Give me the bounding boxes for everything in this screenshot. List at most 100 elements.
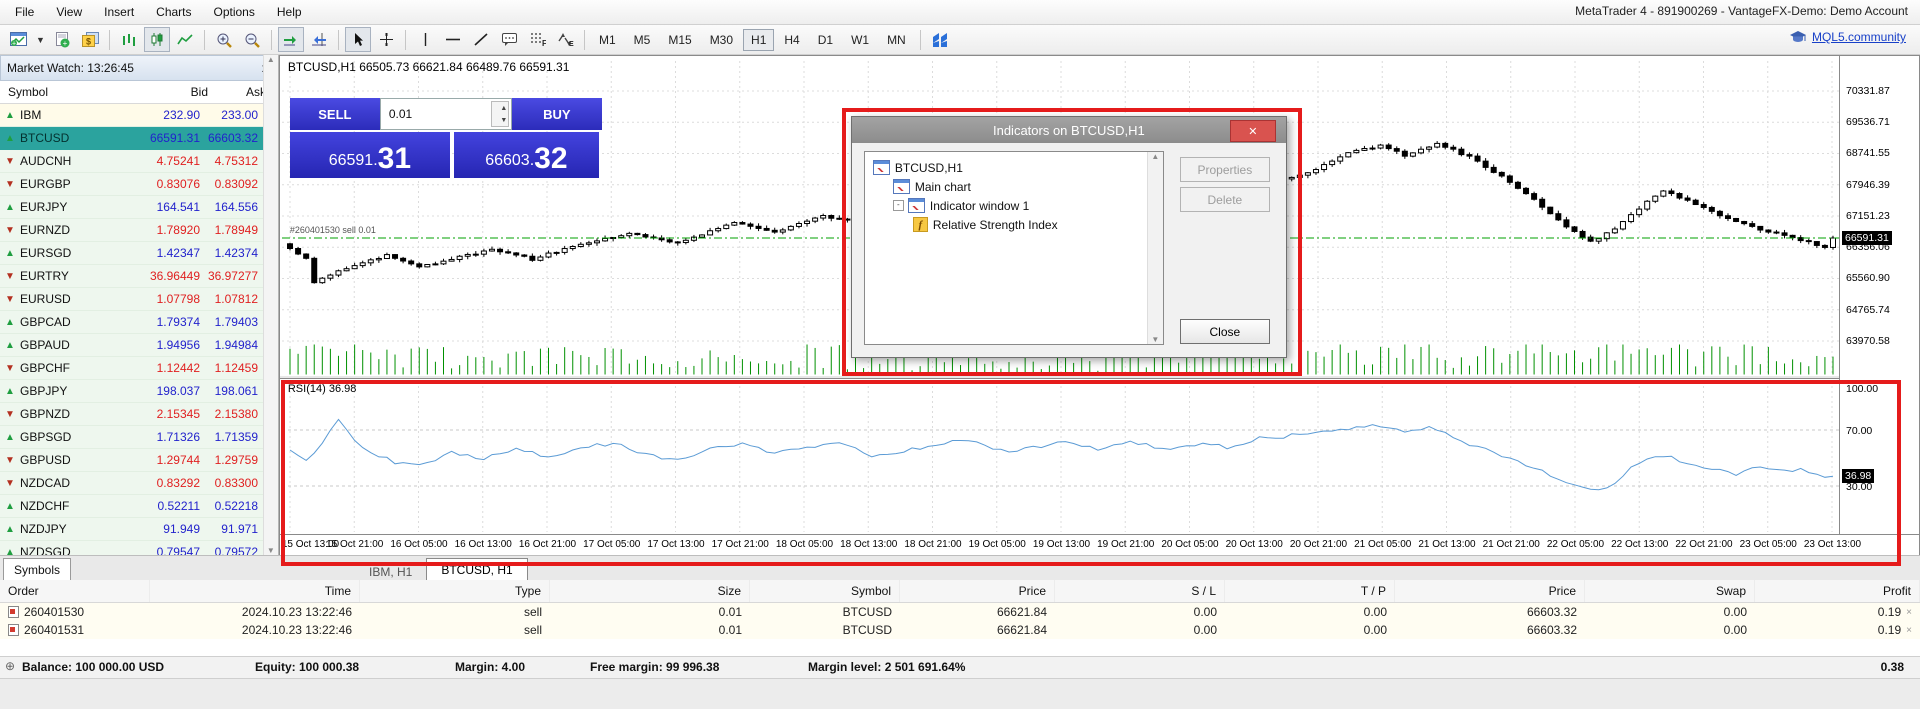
zoom-out-button[interactable] [239,27,265,52]
orders-column-profit[interactable]: Profit [1755,580,1920,602]
scroll-up-icon[interactable]: ▲ [267,55,275,64]
tree-item[interactable]: Main chart [869,177,1159,196]
menu-item-file[interactable]: File [4,1,45,23]
dialog-titlebar[interactable]: Indicators on BTCUSD,H1 ✕ [852,117,1286,143]
tree-collapse-icon[interactable]: - [893,200,904,211]
market-watch-row[interactable]: ▼EURUSD1.077981.07812 [0,288,278,311]
market-watch-row[interactable]: ▼NZDCAD0.832920.83300 [0,472,278,495]
orders-column-type[interactable]: Type [360,580,550,602]
timeframe-h1[interactable]: H1 [743,29,774,51]
fibonacci-button[interactable]: F [524,27,550,52]
timeframe-m1[interactable]: M1 [591,29,624,51]
orders-column-swap[interactable]: Swap [1585,580,1755,602]
orders-column-symbol[interactable]: Symbol [750,580,900,602]
symbols-button[interactable]: $ [77,27,103,52]
market-watch-row[interactable]: ▼AUDCNH4.752414.75312 [0,150,278,173]
menu-item-view[interactable]: View [45,1,93,23]
delete-button[interactable]: Delete [1180,187,1270,212]
timeframe-m30[interactable]: M30 [702,29,741,51]
market-watch-row[interactable]: ▼EURNZD1.789201.78949 [0,219,278,242]
market-watch-row[interactable]: ▲GBPAUD1.949561.94984 [0,334,278,357]
market-watch-row[interactable]: ▲NZDSGD0.795470.79572 [0,541,278,555]
candlestick-chart-button[interactable] [144,27,170,52]
timeframe-d1[interactable]: D1 [810,29,841,51]
menu-item-charts[interactable]: Charts [145,1,202,23]
new-order-button[interactable]: + [49,27,75,52]
timeframe-mn[interactable]: MN [879,29,914,51]
listbox-scrollbar[interactable]: ▲ ▼ [1147,152,1163,344]
market-watch-row[interactable]: ▲NZDJPY91.94991.971 [0,518,278,541]
scroll-down-icon[interactable]: ▼ [1151,335,1159,344]
scroll-up-icon[interactable]: ▲ [1151,152,1159,161]
market-watch-row[interactable]: ▼EURGBP0.830760.83092 [0,173,278,196]
market-watch-row[interactable]: ▼GBPCHF1.124421.12459 [0,357,278,380]
time-axis[interactable]: 15 Oct 13:0015 Oct 21:0016 Oct 05:0016 O… [280,534,1919,557]
dialog-close-button[interactable]: ✕ [1230,120,1276,142]
market-watch-row[interactable]: ▲EURSGD1.423471.42374 [0,242,278,265]
sell-button[interactable]: SELL [290,98,380,130]
timeframe-m5[interactable]: M5 [626,29,659,51]
buy-price-display[interactable]: 66603.32 [454,132,599,178]
column-ask[interactable]: Ask [208,85,270,99]
price-axis[interactable]: 70331.8769536.7168741.5567946.3967151.23… [1839,56,1919,534]
chart-tab-btcusd-h1[interactable]: BTCUSD, H1 [426,558,527,580]
timeframe-m15[interactable]: M15 [660,29,699,51]
column-symbol[interactable]: Symbol [0,85,136,99]
crosshair-button[interactable] [373,27,399,52]
vertical-line-button[interactable] [412,27,438,52]
orders-column-size[interactable]: Size [550,580,750,602]
cursor-button[interactable] [345,27,371,52]
market-watch-scrollbar[interactable]: ▲ ▼ [263,55,278,555]
symbols-tab[interactable]: Symbols [3,558,71,580]
order-row[interactable]: 2604015312024.10.23 13:22:46sell0.01BTCU… [0,621,1920,639]
volume-input[interactable]: 0.01 ▲ ▼ [380,98,512,130]
market-watch-row[interactable]: ▲GBPCAD1.793741.79403 [0,311,278,334]
scroll-down-icon[interactable]: ▼ [267,546,275,555]
timeframe-w1[interactable]: W1 [843,29,877,51]
menu-item-insert[interactable]: Insert [93,1,145,23]
column-bid[interactable]: Bid [136,85,208,99]
close-order-icon[interactable]: × [1906,625,1912,636]
tree-item[interactable]: fRelative Strength Index [869,215,1159,234]
mql5-community-link[interactable]: MQL5.community [1812,30,1906,44]
market-watch-row[interactable]: ▲BTCUSD66591.3166603.32 [0,127,278,150]
close-order-icon[interactable]: × [1906,607,1912,618]
properties-button[interactable]: Properties [1180,157,1270,182]
market-watch-row[interactable]: ▼GBPUSD1.297441.29759 [0,449,278,472]
volume-stepper[interactable]: ▲ ▼ [491,101,509,127]
market-watch-row[interactable]: ▲GBPJPY198.037198.061 [0,380,278,403]
buy-button[interactable]: BUY [512,98,602,130]
orders-column-time[interactable]: Time [150,580,360,602]
zoom-in-button[interactable] [211,27,237,52]
tile-windows-button[interactable] [927,27,953,52]
bar-chart-button[interactable] [116,27,142,52]
tree-item[interactable]: -Indicator window 1 [869,196,1159,215]
menu-item-options[interactable]: Options [203,1,266,23]
text-label-button[interactable] [496,27,522,52]
market-watch-row[interactable]: ▼EURTRY36.9644936.97277 [0,265,278,288]
sell-price-display[interactable]: 66591.31 [290,132,450,178]
order-row[interactable]: 2604015302024.10.23 13:22:46sell0.01BTCU… [0,603,1920,621]
spinner-up-icon[interactable]: ▲ [492,105,507,112]
orders-column-price[interactable]: Price [900,580,1055,602]
timeframe-h4[interactable]: H4 [776,29,807,51]
market-watch-row[interactable]: ▼GBPNZD2.153452.15380 [0,403,278,426]
orders-column-tp[interactable]: T / P [1225,580,1395,602]
orders-column-price[interactable]: Price [1395,580,1585,602]
market-watch-row[interactable]: ▲IBM232.90233.00 [0,104,278,127]
orders-column-sl[interactable]: S / L [1055,580,1225,602]
tree-item[interactable]: BTCUSD,H1 [869,158,1159,177]
new-chart-button[interactable]: + [5,27,31,52]
market-watch-row[interactable]: ▲EURJPY164.541164.556 [0,196,278,219]
expander-icon[interactable]: ⊕ [5,659,15,673]
auto-scroll-button[interactable] [278,27,304,52]
menu-item-help[interactable]: Help [266,1,313,23]
orders-column-order[interactable]: Order [0,580,150,602]
spinner-down-icon[interactable]: ▼ [492,117,507,124]
horizontal-line-button[interactable] [440,27,466,52]
market-watch-row[interactable]: ▲NZDCHF0.522110.52218 [0,495,278,518]
close-button[interactable]: Close [1180,319,1270,344]
chart-shift-button[interactable] [306,27,332,52]
market-watch-row[interactable]: ▲GBPSGD1.713261.71359 [0,426,278,449]
trendline-button[interactable] [468,27,494,52]
